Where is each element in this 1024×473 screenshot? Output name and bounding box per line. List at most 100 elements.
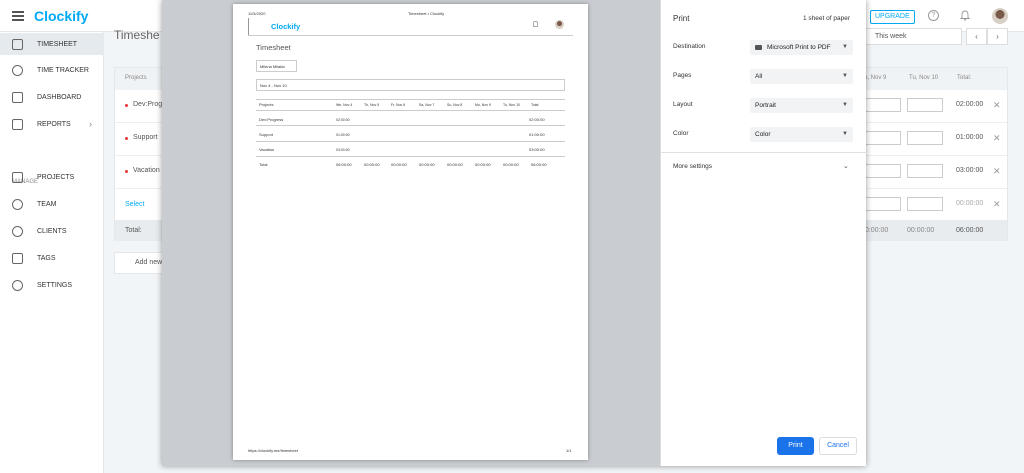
preview-row-project: Dev:Progress	[259, 117, 284, 122]
time-input[interactable]	[865, 164, 901, 178]
week-nav: ‹ ›	[966, 28, 1008, 45]
time-input[interactable]	[907, 98, 943, 112]
cancel-button[interactable]: Cancel	[819, 437, 857, 455]
sidebar-item-label: SETTINGS	[37, 281, 73, 289]
bell-icon[interactable]	[960, 10, 970, 21]
table-row-project[interactable]: Dev:Progr	[133, 101, 165, 108]
col-projects: Projects	[125, 75, 147, 81]
app-logo[interactable]: Clockify	[34, 8, 88, 24]
add-new-button[interactable]: Add new	[114, 252, 164, 274]
sidebar-item-projects[interactable]: PROJECTS	[0, 166, 104, 188]
time-input[interactable]	[865, 131, 901, 145]
timesheet-icon	[12, 38, 23, 50]
sidebar-item-clients[interactable]: CLIENTS	[0, 220, 104, 242]
prev-week-button[interactable]: ‹	[966, 28, 987, 45]
sidebar-item-team[interactable]: TEAM	[0, 193, 104, 215]
row-total: 02:00:00	[956, 101, 984, 108]
week-picker[interactable]: This week	[858, 28, 962, 45]
preview-total-value: 00:00:00	[475, 162, 491, 167]
sidebar: TIMESHEET TIME TRACKER DASHBOARD REPORTS…	[0, 32, 104, 473]
select-project-link[interactable]: Select	[125, 201, 144, 208]
preview-row-project: Vacation	[259, 147, 275, 152]
time-input[interactable]	[907, 131, 943, 145]
chevron-right-icon: ›	[89, 119, 92, 129]
preview-row-value: 01:00:00	[336, 133, 350, 137]
print-settings-panel: Print 1 sheet of paper Destination Micro…	[660, 0, 867, 466]
team-icon	[12, 198, 23, 210]
sidebar-item-label: REPORTS	[37, 120, 71, 128]
preview-header-title: Timesheet • Clockify	[408, 11, 445, 16]
chevron-down-icon: ▼	[842, 131, 848, 137]
clock-icon	[12, 64, 23, 76]
time-input[interactable]	[865, 197, 901, 211]
close-icon[interactable]: ✕	[993, 166, 1001, 177]
sheet-count: 1 sheet of paper	[803, 15, 850, 22]
preview-total-value: 00:00:00	[447, 162, 463, 167]
gear-icon	[12, 279, 23, 291]
time-input[interactable]	[907, 197, 943, 211]
dashboard-icon	[12, 91, 23, 103]
close-icon[interactable]: ✕	[993, 133, 1001, 144]
preview-col: Mo, Nov 9	[475, 103, 491, 107]
sidebar-item-label: DASHBOARD	[37, 93, 82, 101]
project-color-dot	[125, 104, 128, 107]
color-select[interactable]: Color ▼	[750, 127, 853, 142]
total-tu: 00:00:00	[907, 227, 935, 234]
destination-select[interactable]: Microsoft Print to PDF ▼	[750, 40, 853, 55]
user-avatar[interactable]	[992, 8, 1008, 24]
row-total: 01:00:00	[956, 134, 984, 141]
preview-row-value: 03:00:00	[336, 148, 350, 152]
preview-col: Sa, Nov 7	[419, 103, 435, 107]
preview-header-divider	[248, 35, 573, 36]
next-week-button[interactable]: ›	[987, 28, 1008, 45]
sidebar-item-dashboard[interactable]: DASHBOARD	[0, 86, 104, 108]
project-color-dot	[125, 137, 128, 140]
pages-select[interactable]: All ▼	[750, 69, 853, 84]
preview-total-value: 06:00:00	[336, 162, 352, 167]
more-settings-toggle[interactable]: More settings	[673, 163, 712, 170]
sidebar-item-timesheet[interactable]: TIMESHEET	[0, 33, 104, 55]
pages-value: All	[755, 73, 763, 80]
row-total: 00:00:00	[956, 200, 984, 207]
client-icon	[12, 225, 23, 237]
total-label: Total:	[125, 227, 142, 234]
preview-user: Milena Milakic	[260, 64, 286, 69]
preview-total-value: 00:00:00	[419, 162, 435, 167]
help-icon[interactable]: ?	[928, 10, 939, 21]
menu-icon[interactable]	[12, 11, 24, 21]
sidebar-item-tags[interactable]: TAGS	[0, 247, 104, 269]
chevron-down-icon[interactable]: ⌄	[843, 162, 849, 170]
preview-col: Su, Nov 8	[447, 103, 463, 107]
preview-col: Th, Nov 5	[364, 103, 380, 107]
sidebar-item-label: TIME TRACKER	[37, 66, 89, 74]
upgrade-button[interactable]: UPGRADE	[870, 10, 915, 24]
close-icon[interactable]: ✕	[993, 199, 1001, 210]
sidebar-item-time-tracker[interactable]: TIME TRACKER	[0, 59, 104, 81]
sidebar-item-reports[interactable]: REPORTS ›	[0, 113, 104, 135]
print-title: Print	[673, 14, 690, 23]
close-icon[interactable]: ✕	[993, 100, 1001, 111]
layout-value: Portrait	[755, 102, 776, 109]
table-row-project[interactable]: Vacation	[133, 167, 160, 174]
preview-row-total: 02:00:00	[529, 117, 545, 122]
print-button[interactable]: Print	[777, 437, 814, 455]
preview-bell-icon	[533, 21, 538, 27]
preview-total-value: 00:00:00	[364, 162, 380, 167]
page-title: Timeshe	[114, 28, 160, 42]
time-input[interactable]	[907, 164, 943, 178]
print-preview-page: 11/5/2020 Timesheet • Clockify Clockify …	[233, 4, 588, 460]
sidebar-item-settings[interactable]: SETTINGS	[0, 274, 104, 296]
preview-row-total: 01:00:00	[529, 132, 545, 137]
preview-date: 11/5/2020	[248, 11, 266, 16]
layout-select[interactable]: Portrait ▼	[750, 98, 853, 113]
col-total: Total:	[957, 75, 972, 81]
preview-total-value: 00:00:00	[391, 162, 407, 167]
sidebar-item-label: TEAM	[37, 200, 57, 208]
time-input[interactable]	[865, 98, 901, 112]
preview-col: Total	[531, 103, 539, 107]
preview-range-box	[256, 79, 565, 91]
sidebar-item-label: CLIENTS	[37, 227, 67, 235]
table-row-project[interactable]: Support	[133, 134, 158, 141]
preview-avatar	[555, 20, 564, 29]
destination-value: Microsoft Print to PDF	[767, 44, 831, 51]
